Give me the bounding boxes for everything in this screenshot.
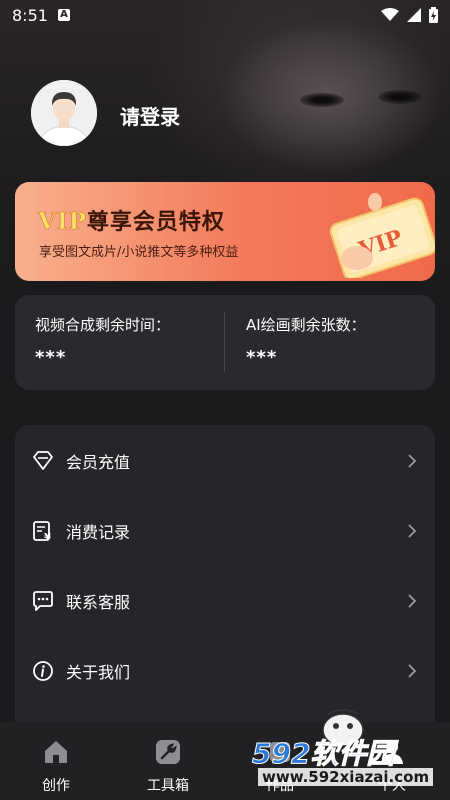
battery-icon	[429, 7, 438, 23]
menu-item-label: 消费记录	[66, 523, 131, 542]
tab-label: 创作	[42, 778, 70, 794]
diamond-icon	[33, 451, 53, 470]
vip-title: VIP尊享会员特权	[38, 204, 225, 236]
stats-divider	[224, 312, 225, 372]
menu-item-records[interactable]: ¥ 消费记录	[15, 496, 435, 566]
watermark-url: www.592xiazai.com	[258, 768, 434, 786]
login-prompt[interactable]: 请登录	[120, 101, 180, 130]
vip-title-text: 尊享会员特权	[86, 210, 225, 235]
info-icon	[33, 661, 53, 681]
status-icons	[381, 7, 438, 23]
wifi-icon	[381, 8, 399, 21]
vip-word: VIP	[38, 208, 87, 236]
vip-subtitle: 享受图文成片/小说推文等多种权益	[39, 245, 239, 260]
status-bar: 8:51 A	[0, 0, 450, 32]
chevron-right-icon	[408, 664, 417, 678]
hero-eye-left	[300, 93, 344, 107]
menu-item-label: 关于我们	[66, 663, 131, 682]
vip-banner[interactable]: VIP尊享会员特权 享受图文成片/小说推文等多种权益 VIP	[15, 182, 435, 281]
tab-toolbox[interactable]: 工具箱	[112, 722, 224, 800]
status-time: 8:51	[12, 6, 48, 25]
menu-item-support[interactable]: 联系客服	[15, 566, 435, 636]
chevron-right-icon	[408, 594, 417, 608]
ai-remaining-label: AI绘画剩余张数：	[246, 316, 366, 334]
settings-menu: 会员充值 ¥ 消费记录 联系客服 关于我们	[15, 425, 435, 725]
tab-label: 工具箱	[147, 778, 189, 794]
chevron-right-icon	[408, 524, 417, 538]
menu-item-label: 联系客服	[66, 593, 131, 612]
video-remaining-value: ***	[35, 347, 67, 368]
home-icon	[45, 741, 67, 763]
accessibility-a-icon: A	[58, 9, 70, 21]
video-remaining-label: 视频合成剩余时间：	[35, 316, 171, 334]
user-avatar-icon	[31, 80, 97, 146]
receipt-yen-icon: ¥	[33, 521, 51, 542]
chat-bubble-icon	[33, 591, 53, 611]
watermark-brand: 592软件园	[251, 737, 395, 771]
hero-eye-right	[378, 90, 422, 104]
ai-remaining-value: ***	[246, 347, 278, 368]
avatar[interactable]	[31, 80, 97, 146]
menu-item-about[interactable]: 关于我们	[15, 636, 435, 706]
menu-item-label: 会员充值	[66, 453, 131, 472]
tab-create[interactable]: 创作	[0, 722, 112, 800]
chevron-right-icon	[408, 454, 417, 468]
signal-icon	[407, 8, 421, 22]
svg-text:¥: ¥	[44, 532, 51, 542]
usage-stats-card: 视频合成剩余时间： *** AI绘画剩余张数： ***	[15, 295, 435, 390]
wrench-icon	[156, 740, 180, 764]
vip-card-illustration: VIP	[329, 193, 435, 278]
menu-item-recharge[interactable]: 会员充值	[15, 426, 435, 496]
